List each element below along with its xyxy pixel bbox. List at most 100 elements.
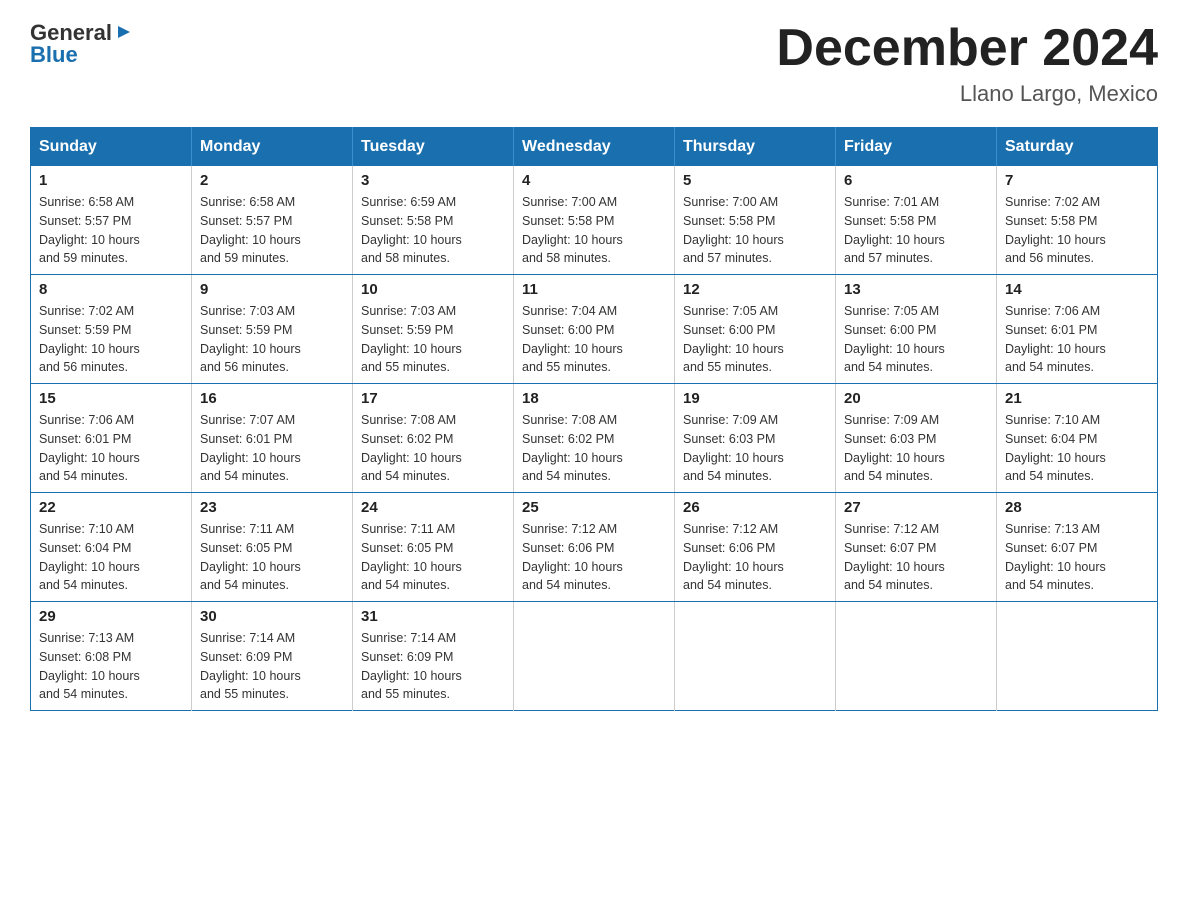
day-info: Sunrise: 7:00 AM Sunset: 5:58 PM Dayligh… [683, 193, 827, 268]
day-number: 2 [200, 172, 344, 189]
day-number: 5 [683, 172, 827, 189]
calendar-cell: 11 Sunrise: 7:04 AM Sunset: 6:00 PM Dayl… [514, 275, 675, 384]
calendar-cell: 9 Sunrise: 7:03 AM Sunset: 5:59 PM Dayli… [192, 275, 353, 384]
day-number: 24 [361, 499, 505, 516]
day-info: Sunrise: 7:02 AM Sunset: 5:58 PM Dayligh… [1005, 193, 1149, 268]
calendar-cell: 31 Sunrise: 7:14 AM Sunset: 6:09 PM Dayl… [353, 602, 514, 711]
day-info: Sunrise: 7:11 AM Sunset: 6:05 PM Dayligh… [361, 520, 505, 595]
month-title: December 2024 [776, 20, 1158, 77]
day-number: 9 [200, 281, 344, 298]
day-number: 26 [683, 499, 827, 516]
calendar-cell: 27 Sunrise: 7:12 AM Sunset: 6:07 PM Dayl… [836, 493, 997, 602]
day-info: Sunrise: 7:04 AM Sunset: 6:00 PM Dayligh… [522, 302, 666, 377]
calendar-table: SundayMondayTuesdayWednesdayThursdayFrid… [30, 127, 1158, 711]
calendar-cell [514, 602, 675, 711]
day-info: Sunrise: 7:05 AM Sunset: 6:00 PM Dayligh… [683, 302, 827, 377]
calendar-cell: 20 Sunrise: 7:09 AM Sunset: 6:03 PM Dayl… [836, 384, 997, 493]
calendar-cell: 22 Sunrise: 7:10 AM Sunset: 6:04 PM Dayl… [31, 493, 192, 602]
calendar-cell: 26 Sunrise: 7:12 AM Sunset: 6:06 PM Dayl… [675, 493, 836, 602]
calendar-cell: 4 Sunrise: 7:00 AM Sunset: 5:58 PM Dayli… [514, 166, 675, 275]
day-number: 7 [1005, 172, 1149, 189]
day-info: Sunrise: 7:05 AM Sunset: 6:00 PM Dayligh… [844, 302, 988, 377]
calendar-day-header-tuesday: Tuesday [353, 128, 514, 167]
day-info: Sunrise: 7:12 AM Sunset: 6:06 PM Dayligh… [522, 520, 666, 595]
calendar-week-row: 8 Sunrise: 7:02 AM Sunset: 5:59 PM Dayli… [31, 275, 1158, 384]
day-number: 28 [1005, 499, 1149, 516]
day-number: 17 [361, 390, 505, 407]
day-info: Sunrise: 6:58 AM Sunset: 5:57 PM Dayligh… [39, 193, 183, 268]
calendar-cell [836, 602, 997, 711]
day-info: Sunrise: 7:09 AM Sunset: 6:03 PM Dayligh… [844, 411, 988, 486]
day-number: 29 [39, 608, 183, 625]
day-number: 30 [200, 608, 344, 625]
calendar-day-header-monday: Monday [192, 128, 353, 167]
day-info: Sunrise: 7:08 AM Sunset: 6:02 PM Dayligh… [361, 411, 505, 486]
day-info: Sunrise: 7:10 AM Sunset: 6:04 PM Dayligh… [39, 520, 183, 595]
location-title: Llano Largo, Mexico [776, 81, 1158, 107]
calendar-cell: 21 Sunrise: 7:10 AM Sunset: 6:04 PM Dayl… [997, 384, 1158, 493]
day-info: Sunrise: 7:03 AM Sunset: 5:59 PM Dayligh… [361, 302, 505, 377]
day-number: 11 [522, 281, 666, 298]
calendar-cell: 2 Sunrise: 6:58 AM Sunset: 5:57 PM Dayli… [192, 166, 353, 275]
day-number: 21 [1005, 390, 1149, 407]
calendar-day-header-friday: Friday [836, 128, 997, 167]
calendar-cell: 23 Sunrise: 7:11 AM Sunset: 6:05 PM Dayl… [192, 493, 353, 602]
calendar-cell: 13 Sunrise: 7:05 AM Sunset: 6:00 PM Dayl… [836, 275, 997, 384]
day-info: Sunrise: 7:11 AM Sunset: 6:05 PM Dayligh… [200, 520, 344, 595]
calendar-week-row: 29 Sunrise: 7:13 AM Sunset: 6:08 PM Dayl… [31, 602, 1158, 711]
day-number: 15 [39, 390, 183, 407]
day-number: 12 [683, 281, 827, 298]
day-number: 18 [522, 390, 666, 407]
day-number: 25 [522, 499, 666, 516]
day-number: 23 [200, 499, 344, 516]
calendar-day-header-thursday: Thursday [675, 128, 836, 167]
day-info: Sunrise: 6:58 AM Sunset: 5:57 PM Dayligh… [200, 193, 344, 268]
day-info: Sunrise: 7:08 AM Sunset: 6:02 PM Dayligh… [522, 411, 666, 486]
day-info: Sunrise: 7:03 AM Sunset: 5:59 PM Dayligh… [200, 302, 344, 377]
calendar-day-header-saturday: Saturday [997, 128, 1158, 167]
day-number: 27 [844, 499, 988, 516]
calendar-cell: 19 Sunrise: 7:09 AM Sunset: 6:03 PM Dayl… [675, 384, 836, 493]
day-number: 1 [39, 172, 183, 189]
day-number: 10 [361, 281, 505, 298]
calendar-cell: 6 Sunrise: 7:01 AM Sunset: 5:58 PM Dayli… [836, 166, 997, 275]
day-info: Sunrise: 6:59 AM Sunset: 5:58 PM Dayligh… [361, 193, 505, 268]
calendar-week-row: 22 Sunrise: 7:10 AM Sunset: 6:04 PM Dayl… [31, 493, 1158, 602]
calendar-cell: 29 Sunrise: 7:13 AM Sunset: 6:08 PM Dayl… [31, 602, 192, 711]
day-info: Sunrise: 7:14 AM Sunset: 6:09 PM Dayligh… [200, 629, 344, 704]
day-number: 8 [39, 281, 183, 298]
calendar-cell: 1 Sunrise: 6:58 AM Sunset: 5:57 PM Dayli… [31, 166, 192, 275]
logo: General Blue [30, 20, 134, 68]
day-info: Sunrise: 7:10 AM Sunset: 6:04 PM Dayligh… [1005, 411, 1149, 486]
day-info: Sunrise: 7:14 AM Sunset: 6:09 PM Dayligh… [361, 629, 505, 704]
calendar-cell: 24 Sunrise: 7:11 AM Sunset: 6:05 PM Dayl… [353, 493, 514, 602]
page-header: General Blue December 2024 Llano Largo, … [30, 20, 1158, 107]
day-number: 20 [844, 390, 988, 407]
day-info: Sunrise: 7:01 AM Sunset: 5:58 PM Dayligh… [844, 193, 988, 268]
calendar-cell: 17 Sunrise: 7:08 AM Sunset: 6:02 PM Dayl… [353, 384, 514, 493]
day-number: 16 [200, 390, 344, 407]
calendar-cell: 25 Sunrise: 7:12 AM Sunset: 6:06 PM Dayl… [514, 493, 675, 602]
day-number: 4 [522, 172, 666, 189]
calendar-cell [997, 602, 1158, 711]
day-number: 22 [39, 499, 183, 516]
day-info: Sunrise: 7:07 AM Sunset: 6:01 PM Dayligh… [200, 411, 344, 486]
calendar-cell: 16 Sunrise: 7:07 AM Sunset: 6:01 PM Dayl… [192, 384, 353, 493]
day-info: Sunrise: 7:09 AM Sunset: 6:03 PM Dayligh… [683, 411, 827, 486]
day-number: 3 [361, 172, 505, 189]
day-number: 31 [361, 608, 505, 625]
day-info: Sunrise: 7:13 AM Sunset: 6:07 PM Dayligh… [1005, 520, 1149, 595]
calendar-week-row: 1 Sunrise: 6:58 AM Sunset: 5:57 PM Dayli… [31, 166, 1158, 275]
calendar-cell: 18 Sunrise: 7:08 AM Sunset: 6:02 PM Dayl… [514, 384, 675, 493]
calendar-cell [675, 602, 836, 711]
calendar-cell: 8 Sunrise: 7:02 AM Sunset: 5:59 PM Dayli… [31, 275, 192, 384]
calendar-cell: 10 Sunrise: 7:03 AM Sunset: 5:59 PM Dayl… [353, 275, 514, 384]
day-info: Sunrise: 7:12 AM Sunset: 6:06 PM Dayligh… [683, 520, 827, 595]
day-number: 13 [844, 281, 988, 298]
calendar-cell: 5 Sunrise: 7:00 AM Sunset: 5:58 PM Dayli… [675, 166, 836, 275]
day-info: Sunrise: 7:12 AM Sunset: 6:07 PM Dayligh… [844, 520, 988, 595]
title-section: December 2024 Llano Largo, Mexico [776, 20, 1158, 107]
day-info: Sunrise: 7:13 AM Sunset: 6:08 PM Dayligh… [39, 629, 183, 704]
calendar-cell: 30 Sunrise: 7:14 AM Sunset: 6:09 PM Dayl… [192, 602, 353, 711]
calendar-cell: 28 Sunrise: 7:13 AM Sunset: 6:07 PM Dayl… [997, 493, 1158, 602]
